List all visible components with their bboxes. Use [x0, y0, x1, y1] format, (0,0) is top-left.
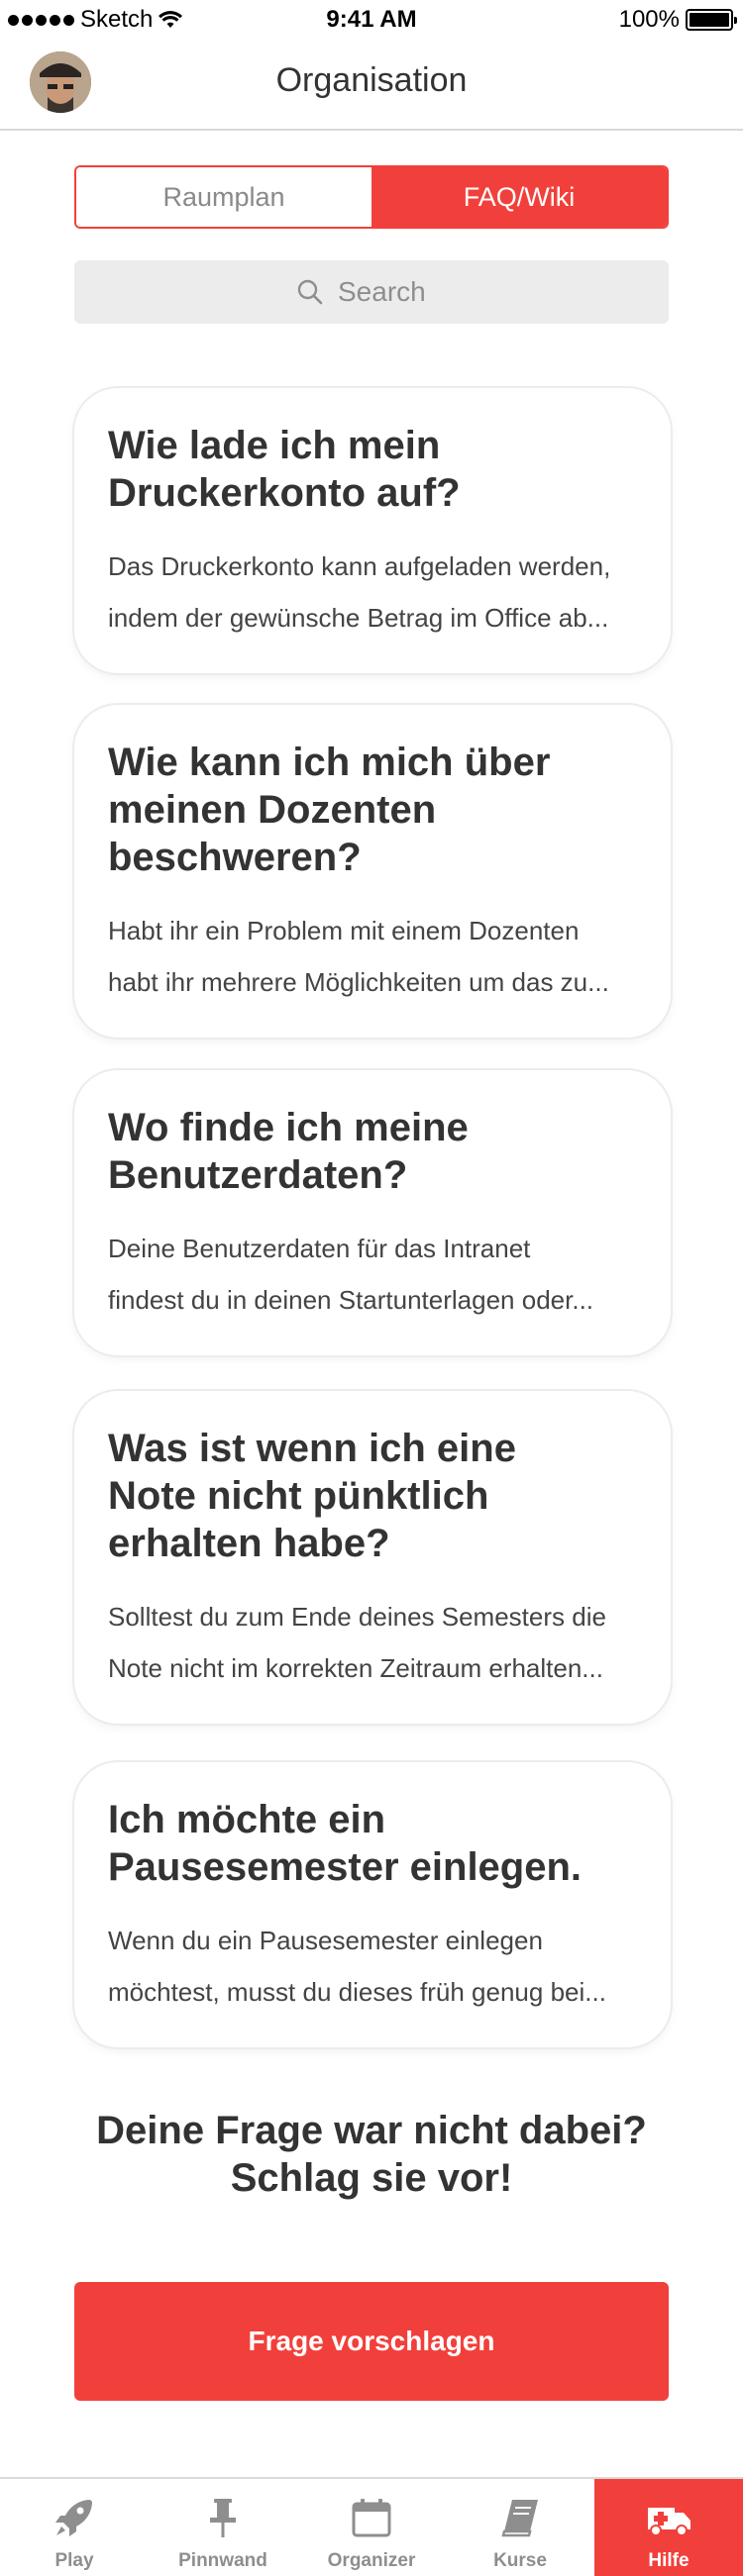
faq-answer-line: Deine Benutzerdaten für das Intranet — [108, 1234, 531, 1263]
faq-question: Ich möchte ein Pausesemester einlegen. — [108, 1796, 637, 1891]
faq-answer-line: Solltest du zum Ende deines Semesters di… — [108, 1602, 606, 1632]
faq-answer-line: findest du in deinen Startunterlagen ode… — [108, 1285, 594, 1315]
faq-answer-line: Habt ihr ein Problem mit einem Dozenten — [108, 916, 580, 945]
tab-label: Play — [54, 2550, 94, 2571]
tab-label: Kurse — [493, 2550, 547, 2571]
suggest-question-button[interactable]: Frage vorschlagen — [74, 2282, 669, 2401]
faq-answer-preview: Wenn du ein Pausesemester einlegen möcht… — [108, 1915, 637, 2018]
faq-card[interactable]: Ich möchte ein Pausesemester einlegen. W… — [74, 1762, 671, 2047]
calendar-icon — [347, 2493, 396, 2542]
status-right: 100% — [618, 6, 737, 34]
faq-question-line: Pausesemester einlegen. — [108, 1845, 583, 1889]
faq-answer-line: Note nicht im korrekten Zeitraum erhalte… — [108, 1653, 603, 1683]
suggest-heading-line: Schlag sie vor! — [230, 2156, 513, 2200]
tab-organizer[interactable]: Organizer — [297, 2479, 446, 2576]
faq-card[interactable]: Wo finde ich meine Benutzerdaten? Deine … — [74, 1070, 671, 1355]
ambulance-icon — [644, 2493, 693, 2542]
faq-question: Wie lade ich mein Druckerkonto auf? — [108, 422, 637, 517]
faq-question-line: beschweren? — [108, 836, 362, 879]
tab-label: Organizer — [327, 2550, 416, 2571]
suggest-heading: Deine Frage war nicht dabei? Schlag sie … — [0, 2107, 743, 2202]
faq-question-line: Ich möchte ein — [108, 1798, 386, 1841]
search-icon — [297, 279, 323, 305]
segmented-control: Raumplan FAQ/Wiki — [74, 165, 669, 229]
suggest-heading-line: Deine Frage war nicht dabei? — [96, 2109, 647, 2152]
pin-icon — [198, 2493, 248, 2542]
tab-pinnwand[interactable]: Pinnwand — [149, 2479, 297, 2576]
faq-answer-line: habt ihr mehrere Möglichkeiten um das zu… — [108, 967, 609, 997]
tab-label: Pinnwand — [178, 2550, 267, 2571]
tab-faq-wiki[interactable]: FAQ/Wiki — [372, 167, 667, 227]
status-bar: Sketch 9:41 AM 100% — [0, 0, 743, 40]
book-icon — [495, 2493, 545, 2542]
faq-question-line: Note nicht pünktlich — [108, 1474, 489, 1518]
faq-question: Wie kann ich mich über meinen Dozenten b… — [108, 739, 637, 881]
faq-question-line: meinen Dozenten — [108, 788, 437, 832]
faq-answer-line: Das Druckerkonto kann aufgeladen werden, — [108, 551, 611, 581]
faq-question: Wo finde ich meine Benutzerdaten? — [108, 1104, 637, 1199]
rocket-icon — [50, 2493, 99, 2542]
tab-raumplan[interactable]: Raumplan — [76, 167, 372, 227]
faq-question: Was ist wenn ich eine Note nicht pünktli… — [108, 1425, 637, 1567]
faq-answer-preview: Das Druckerkonto kann aufgeladen werden,… — [108, 541, 637, 644]
faq-question-line: Druckerkonto auf? — [108, 471, 461, 515]
tab-hilfe[interactable]: Hilfe — [594, 2479, 743, 2576]
tab-kurse[interactable]: Kurse — [446, 2479, 594, 2576]
page-title: Organisation — [275, 61, 468, 99]
tab-play[interactable]: Play — [0, 2479, 149, 2576]
faq-question-line: Was ist wenn ich eine — [108, 1427, 516, 1470]
tab-label: Hilfe — [648, 2550, 690, 2571]
nav-bar: Organisation — [0, 40, 743, 131]
tab-bar: Play Pinnwand Organizer Kurse Hilfe — [0, 2477, 743, 2576]
faq-question-line: Wo finde ich meine — [108, 1106, 469, 1149]
faq-question-line: Wie lade ich mein — [108, 424, 441, 467]
battery-icon — [686, 9, 737, 31]
faq-card[interactable]: Was ist wenn ich eine Note nicht pünktli… — [74, 1391, 671, 1724]
faq-question-line: Wie kann ich mich über — [108, 741, 551, 784]
faq-card[interactable]: Wie kann ich mich über meinen Dozenten b… — [74, 705, 671, 1038]
battery-percentage: 100% — [618, 6, 680, 33]
faq-answer-preview: Deine Benutzerdaten für das Intranet fin… — [108, 1223, 637, 1326]
faq-question-line: erhalten habe? — [108, 1522, 390, 1565]
faq-answer-line: indem der gewünsche Betrag im Office ab.… — [108, 603, 609, 633]
search-input[interactable] — [338, 276, 447, 308]
search-bar[interactable] — [74, 260, 669, 324]
faq-card[interactable]: Wie lade ich mein Druckerkonto auf? Das … — [74, 388, 671, 673]
faq-answer-preview: Solltest du zum Ende deines Semesters di… — [108, 1591, 637, 1694]
faq-answer-line: möchtest, musst du dieses früh genug bei… — [108, 1977, 606, 2007]
faq-answer-line: Wenn du ein Pausesemester einlegen — [108, 1926, 543, 1955]
faq-answer-preview: Habt ihr ein Problem mit einem Dozenten … — [108, 905, 637, 1008]
faq-question-line: Benutzerdaten? — [108, 1153, 408, 1197]
